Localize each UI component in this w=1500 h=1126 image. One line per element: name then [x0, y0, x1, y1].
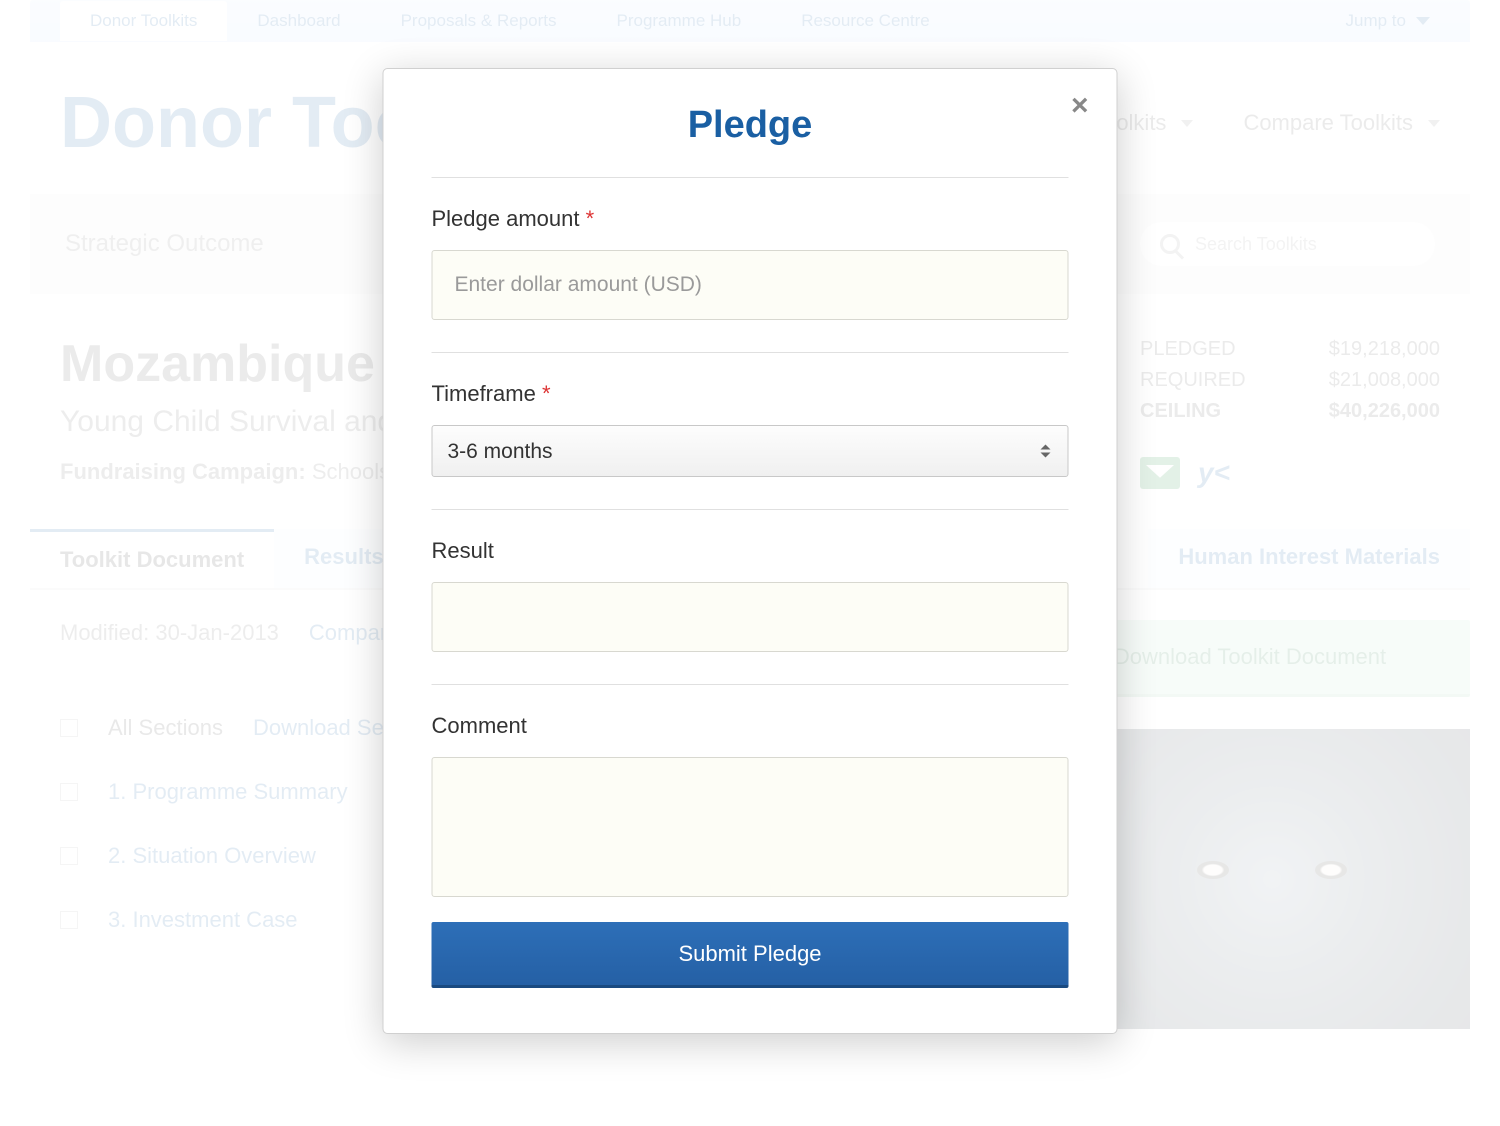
- comment-label: Comment: [432, 713, 1069, 739]
- timeframe-label: Timeframe *: [432, 381, 1069, 407]
- amount-label: Pledge amount *: [432, 206, 1069, 232]
- submit-pledge-button[interactable]: Submit Pledge: [432, 922, 1069, 988]
- result-input[interactable]: [432, 582, 1069, 652]
- modal-title: Pledge: [432, 104, 1069, 177]
- timeframe-select[interactable]: 3-6 months: [432, 425, 1069, 477]
- result-label: Result: [432, 538, 1069, 564]
- pledge-amount-input[interactable]: [432, 250, 1069, 320]
- close-icon[interactable]: ×: [1071, 89, 1089, 123]
- pledge-modal: × Pledge Pledge amount * Timeframe * 3-6…: [383, 68, 1118, 1034]
- comment-textarea[interactable]: [432, 757, 1069, 897]
